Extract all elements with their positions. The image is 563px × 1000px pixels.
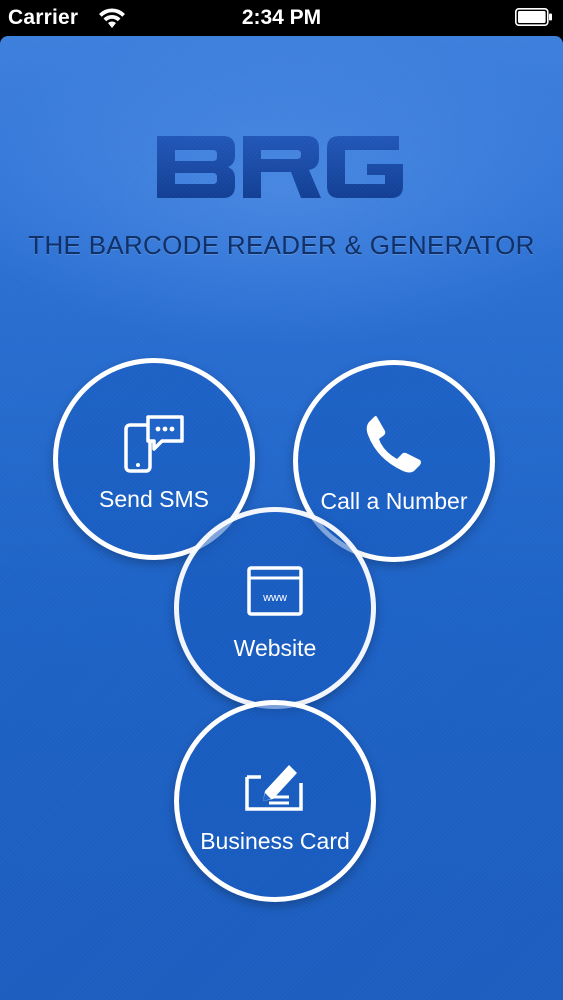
app-screen: THE BARCODE READER & GENERATOR Send SMS … <box>0 36 563 1000</box>
business-card-label: Business Card <box>200 828 350 854</box>
call-number-label: Call a Number <box>320 488 468 514</box>
sms-icon <box>124 415 184 473</box>
battery-icon <box>515 8 552 26</box>
brg-logo <box>157 136 403 198</box>
business-card-icon <box>245 765 303 811</box>
www-text: www <box>262 592 287 604</box>
status-time: 2:34 PM <box>241 6 322 29</box>
browser-icon: www <box>247 566 303 616</box>
phone-icon <box>366 416 421 473</box>
website-label: Website <box>233 635 317 661</box>
website-button[interactable]: www Website <box>174 507 376 709</box>
send-sms-label: Send SMS <box>99 486 209 512</box>
business-card-button[interactable]: Business Card <box>174 700 376 902</box>
status-bar: Carrier 2:34 PM <box>0 0 563 36</box>
app-tagline: THE BARCODE READER & GENERATOR <box>28 230 535 260</box>
